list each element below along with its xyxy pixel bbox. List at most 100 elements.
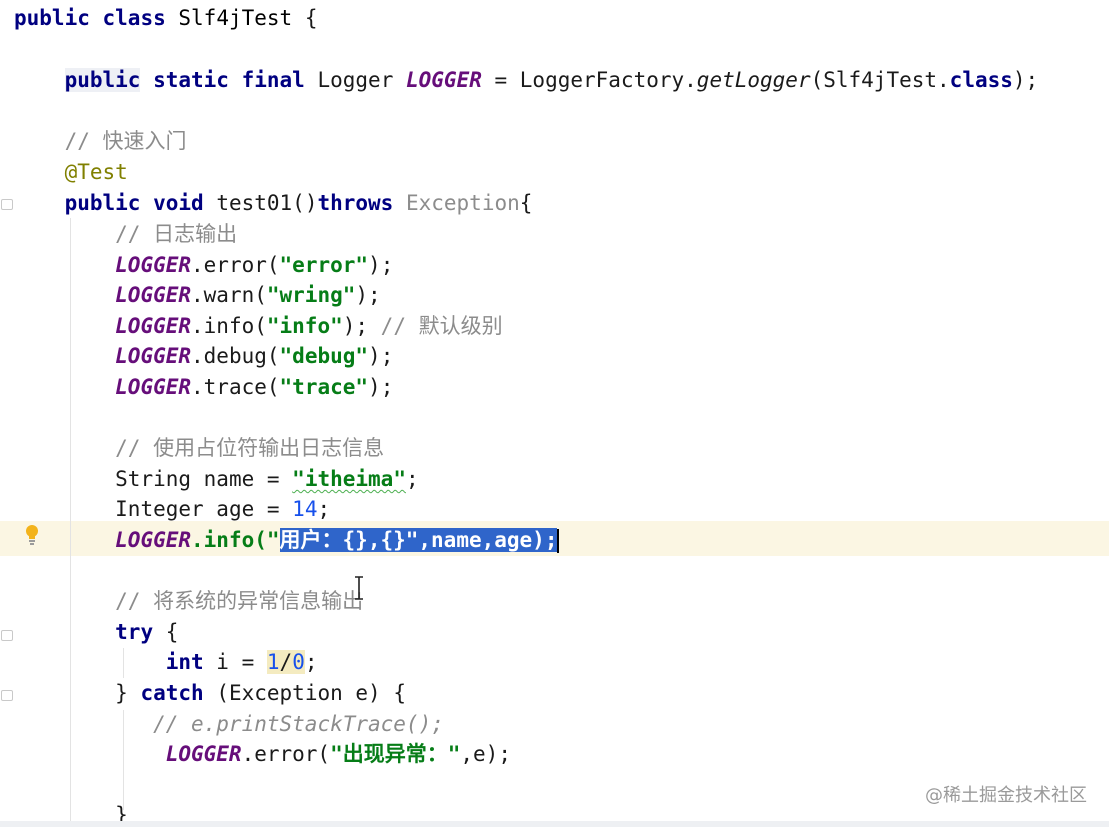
comment-text: // e.printStackTrace();	[153, 712, 444, 736]
keyword: final	[241, 68, 305, 92]
punctuation: );	[368, 344, 394, 368]
number-literal: 14	[292, 497, 318, 521]
code-text: (Exception e) {	[203, 681, 406, 705]
field-name: LOGGER	[115, 283, 192, 307]
code-line-age-decl[interactable]: Integer age = 14;	[14, 494, 330, 525]
code-line-class[interactable]: public class Slf4jTest {	[14, 3, 317, 34]
code-editor[interactable]: public class Slf4jTest { public static f…	[0, 0, 1109, 827]
comment-text: // 将系统的异常信息输出	[115, 589, 364, 613]
punctuation: );	[355, 283, 381, 307]
code-text: .error(	[241, 742, 331, 766]
punctuation: {	[153, 620, 179, 644]
type-name: Exception	[393, 191, 520, 215]
text-cursor-icon	[355, 576, 363, 600]
field-name: LOGGER	[406, 68, 482, 92]
comment-text: // 使用占位符输出日志信息	[115, 436, 385, 460]
code-line-name-decl[interactable]: String name = "itheima";	[14, 464, 419, 495]
keyword: class	[102, 6, 166, 30]
field-name: LOGGER	[115, 375, 192, 399]
code-line-logger-field[interactable]: public static final Logger LOGGER = Logg…	[14, 65, 1038, 96]
code-line-annotation[interactable]: @Test	[14, 157, 128, 188]
fold-marker-try[interactable]	[1, 630, 13, 641]
code-text: i =	[203, 650, 267, 674]
keyword: class	[949, 68, 1013, 92]
code-comment[interactable]: // 快速入门	[14, 126, 187, 157]
code-text: String name =	[115, 467, 293, 491]
code-text: .warn(	[191, 283, 267, 307]
code-text: .info(	[191, 314, 267, 338]
keyword: public	[64, 191, 141, 215]
class-name: Slf4jTest	[178, 6, 293, 30]
punctuation: ;	[317, 497, 331, 521]
punctuation: {	[292, 6, 318, 30]
punctuation: {	[519, 191, 533, 215]
keyword: static	[153, 68, 229, 92]
editor-gutter	[0, 0, 14, 827]
string-literal: "info"	[266, 314, 343, 338]
keyword: void	[153, 191, 204, 215]
punctuation: ;	[304, 650, 318, 674]
method-name: test01()	[203, 191, 318, 215]
field-name: LOGGER	[165, 742, 242, 766]
fold-marker-catch[interactable]	[1, 690, 13, 701]
code-line-log-call[interactable]: LOGGER.error("error");	[14, 250, 393, 281]
code-text: .debug(	[191, 344, 280, 368]
text-selection[interactable]: 用户：{},{}",name,age);	[279, 528, 558, 552]
code-line-error-log[interactable]: LOGGER.error("出现异常：",e);	[14, 739, 511, 770]
field-name: LOGGER	[115, 344, 192, 368]
punctuation: ;	[405, 467, 419, 491]
punctuation: );	[1012, 68, 1039, 92]
punctuation: );	[342, 314, 369, 338]
code-text: (Slf4jTest.	[810, 68, 950, 92]
keyword: try	[115, 620, 154, 644]
code-line-try[interactable]: try {	[14, 617, 178, 648]
lightbulb-icon[interactable]	[24, 524, 40, 546]
string-literal: "trace"	[279, 375, 369, 399]
keyword: int	[165, 650, 204, 674]
code-line-int[interactable]: int i = 1/0;	[14, 647, 318, 678]
string-literal: "itheima"	[292, 467, 406, 491]
code-text: .error(	[191, 253, 280, 277]
punctuation: ,e);	[460, 742, 511, 766]
code-comment[interactable]: // 使用占位符输出日志信息	[14, 433, 384, 464]
code-text: = LoggerFactory.	[481, 68, 697, 92]
code-line-log-call[interactable]: LOGGER.debug("debug");	[14, 341, 393, 372]
fold-marker-method[interactable]	[1, 199, 13, 210]
code-text: .trace(	[191, 375, 280, 399]
field-name: LOGGER	[115, 253, 192, 277]
keyword: public	[14, 6, 90, 30]
code-line-method-decl[interactable]: public void test01()throws Exception{	[14, 188, 533, 219]
watermark: @稀土掘金技术社区	[925, 785, 1087, 806]
string-literal: "wring"	[266, 283, 356, 307]
punctuation: }	[115, 681, 141, 705]
operator: /	[279, 650, 293, 674]
annotation: @Test	[64, 160, 128, 184]
code-line-log-call[interactable]: LOGGER.trace("trace");	[14, 372, 393, 403]
string-literal: "debug"	[279, 344, 369, 368]
code-line-catch[interactable]: } catch (Exception e) {	[14, 678, 406, 709]
comment-text: // 日志输出	[115, 222, 238, 246]
keyword: public	[64, 68, 141, 92]
string-literal: "error"	[279, 253, 369, 277]
string-literal: "出现异常："	[330, 742, 461, 766]
comment-text: // 快速入门	[64, 129, 187, 153]
field-name: LOGGER	[115, 528, 192, 552]
code-comment[interactable]: // 将系统的异常信息输出	[14, 586, 363, 617]
code-line-log-call[interactable]: LOGGER.warn("wring");	[14, 280, 381, 311]
code-line-log-call[interactable]: LOGGER.info("info"); // 默认级别	[14, 311, 503, 342]
code-comment[interactable]: // 日志输出	[14, 219, 237, 250]
text-caret	[557, 529, 560, 553]
number-literal: 0	[292, 650, 305, 674]
code-text: .info("	[191, 528, 280, 552]
code-comment[interactable]: // e.printStackTrace();	[14, 709, 444, 740]
punctuation: );	[368, 375, 394, 399]
inline-comment: // 默认级别	[368, 314, 503, 338]
field-name: LOGGER	[115, 314, 192, 338]
code-line-current[interactable]: LOGGER.info("用户：{},{}",name,age);	[14, 525, 560, 556]
keyword: throws	[317, 191, 394, 215]
keyword: catch	[140, 681, 204, 705]
code-text: Integer age =	[115, 497, 293, 521]
editor-bottom-edge	[0, 821, 1109, 827]
method-name: getLogger	[696, 68, 811, 92]
type-name: Logger	[317, 68, 394, 92]
